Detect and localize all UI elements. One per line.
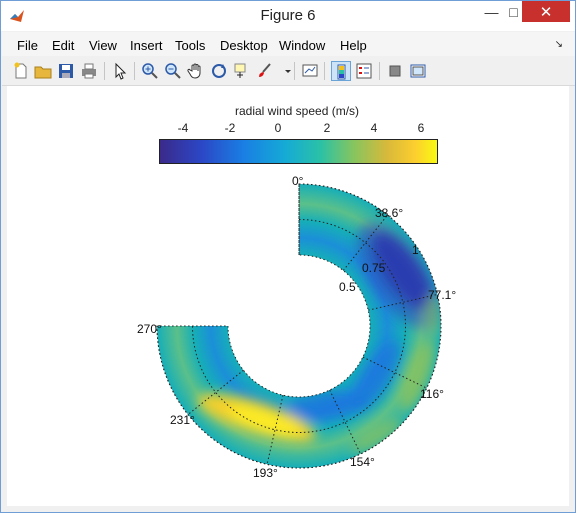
figure-window: Figure 6 — □ ✕ File Edit View Insert Too… bbox=[0, 0, 576, 513]
figure-canvas[interactable]: radial wind speed (m/s) -4 -2 0 2 4 6 0°… bbox=[7, 86, 569, 506]
toolbar-separator bbox=[104, 62, 105, 80]
pan-button[interactable] bbox=[186, 61, 206, 81]
link-plot-button[interactable] bbox=[300, 61, 320, 81]
toolbar-separator bbox=[134, 62, 135, 80]
polar-plot[interactable]: 0° 38.6° 77.1° 116° 154° 193° 231° 270° … bbox=[7, 86, 569, 506]
menu-insert[interactable]: Insert bbox=[130, 38, 163, 53]
legend-icon bbox=[356, 63, 372, 79]
close-button[interactable]: ✕ bbox=[522, 1, 570, 22]
angle-label: 0° bbox=[292, 174, 304, 188]
hide-tools-icon bbox=[389, 65, 401, 77]
angle-label: 77.1° bbox=[428, 288, 456, 302]
menu-help[interactable]: Help bbox=[340, 38, 367, 53]
menu-bar: File Edit View Insert Tools Desktop Wind… bbox=[2, 32, 575, 56]
toolbar-separator bbox=[324, 62, 325, 80]
menu-desktop[interactable]: Desktop bbox=[220, 38, 268, 53]
zoom-out-button[interactable] bbox=[163, 61, 183, 81]
angle-label: 231° bbox=[170, 413, 195, 427]
toolbar-separator bbox=[294, 62, 295, 80]
angle-label: 270° bbox=[137, 322, 162, 336]
print-icon bbox=[82, 63, 96, 79]
menu-file[interactable]: File bbox=[17, 38, 38, 53]
folder-icon bbox=[34, 66, 52, 79]
chevron-down-icon bbox=[285, 70, 291, 73]
minimize-icon: — bbox=[484, 3, 499, 20]
rotate-3d-button[interactable] bbox=[209, 61, 229, 81]
radius-label: 1 bbox=[412, 243, 419, 257]
toolbar-separator bbox=[379, 62, 380, 80]
save-button[interactable] bbox=[56, 61, 76, 81]
save-icon bbox=[59, 64, 73, 78]
open-file-button[interactable] bbox=[33, 61, 53, 81]
polar-heatmap bbox=[157, 184, 441, 468]
show-plot-tools-button[interactable] bbox=[408, 61, 428, 81]
new-figure-button[interactable] bbox=[11, 61, 31, 81]
title-bar: Figure 6 — □ ✕ bbox=[1, 1, 575, 31]
link-plot-icon bbox=[302, 64, 318, 77]
menu-window[interactable]: Window bbox=[279, 38, 325, 53]
zoom-out-icon bbox=[165, 63, 181, 79]
angle-label: 38.6° bbox=[375, 206, 403, 220]
colorbar-button[interactable] bbox=[331, 61, 351, 81]
radius-label: 0.5 bbox=[339, 280, 356, 294]
menu-tools[interactable]: Tools bbox=[175, 38, 205, 53]
menu-edit[interactable]: Edit bbox=[52, 38, 74, 53]
print-button[interactable] bbox=[79, 61, 99, 81]
colorbar-icon bbox=[337, 64, 346, 80]
angle-label: 154° bbox=[350, 455, 375, 469]
new-file-icon bbox=[14, 62, 27, 79]
hide-plot-tools-button[interactable] bbox=[385, 61, 405, 81]
rotate-icon bbox=[212, 64, 226, 78]
legend-button[interactable] bbox=[354, 61, 374, 81]
menu-view[interactable]: View bbox=[89, 38, 117, 53]
hand-icon bbox=[187, 63, 201, 79]
zoom-in-icon bbox=[142, 63, 158, 79]
maximize-icon: □ bbox=[509, 3, 518, 20]
figure-toolbar bbox=[2, 57, 575, 86]
angle-label: 193° bbox=[253, 466, 278, 480]
zoom-in-button[interactable] bbox=[140, 61, 160, 81]
brush-button[interactable] bbox=[255, 61, 275, 81]
show-tools-icon bbox=[410, 64, 426, 78]
angle-label: 116° bbox=[420, 387, 444, 401]
data-cursor-button[interactable] bbox=[232, 61, 252, 81]
brush-dropdown[interactable] bbox=[278, 61, 291, 81]
close-icon: ✕ bbox=[539, 3, 553, 21]
data-cursor-icon bbox=[234, 63, 246, 78]
edit-plot-button[interactable] bbox=[110, 61, 130, 81]
brush-icon bbox=[259, 63, 271, 77]
pointer-icon bbox=[115, 62, 127, 80]
dock-arrow-icon[interactable]: ↘ bbox=[555, 39, 563, 50]
radius-label: 0.75 bbox=[362, 261, 386, 275]
